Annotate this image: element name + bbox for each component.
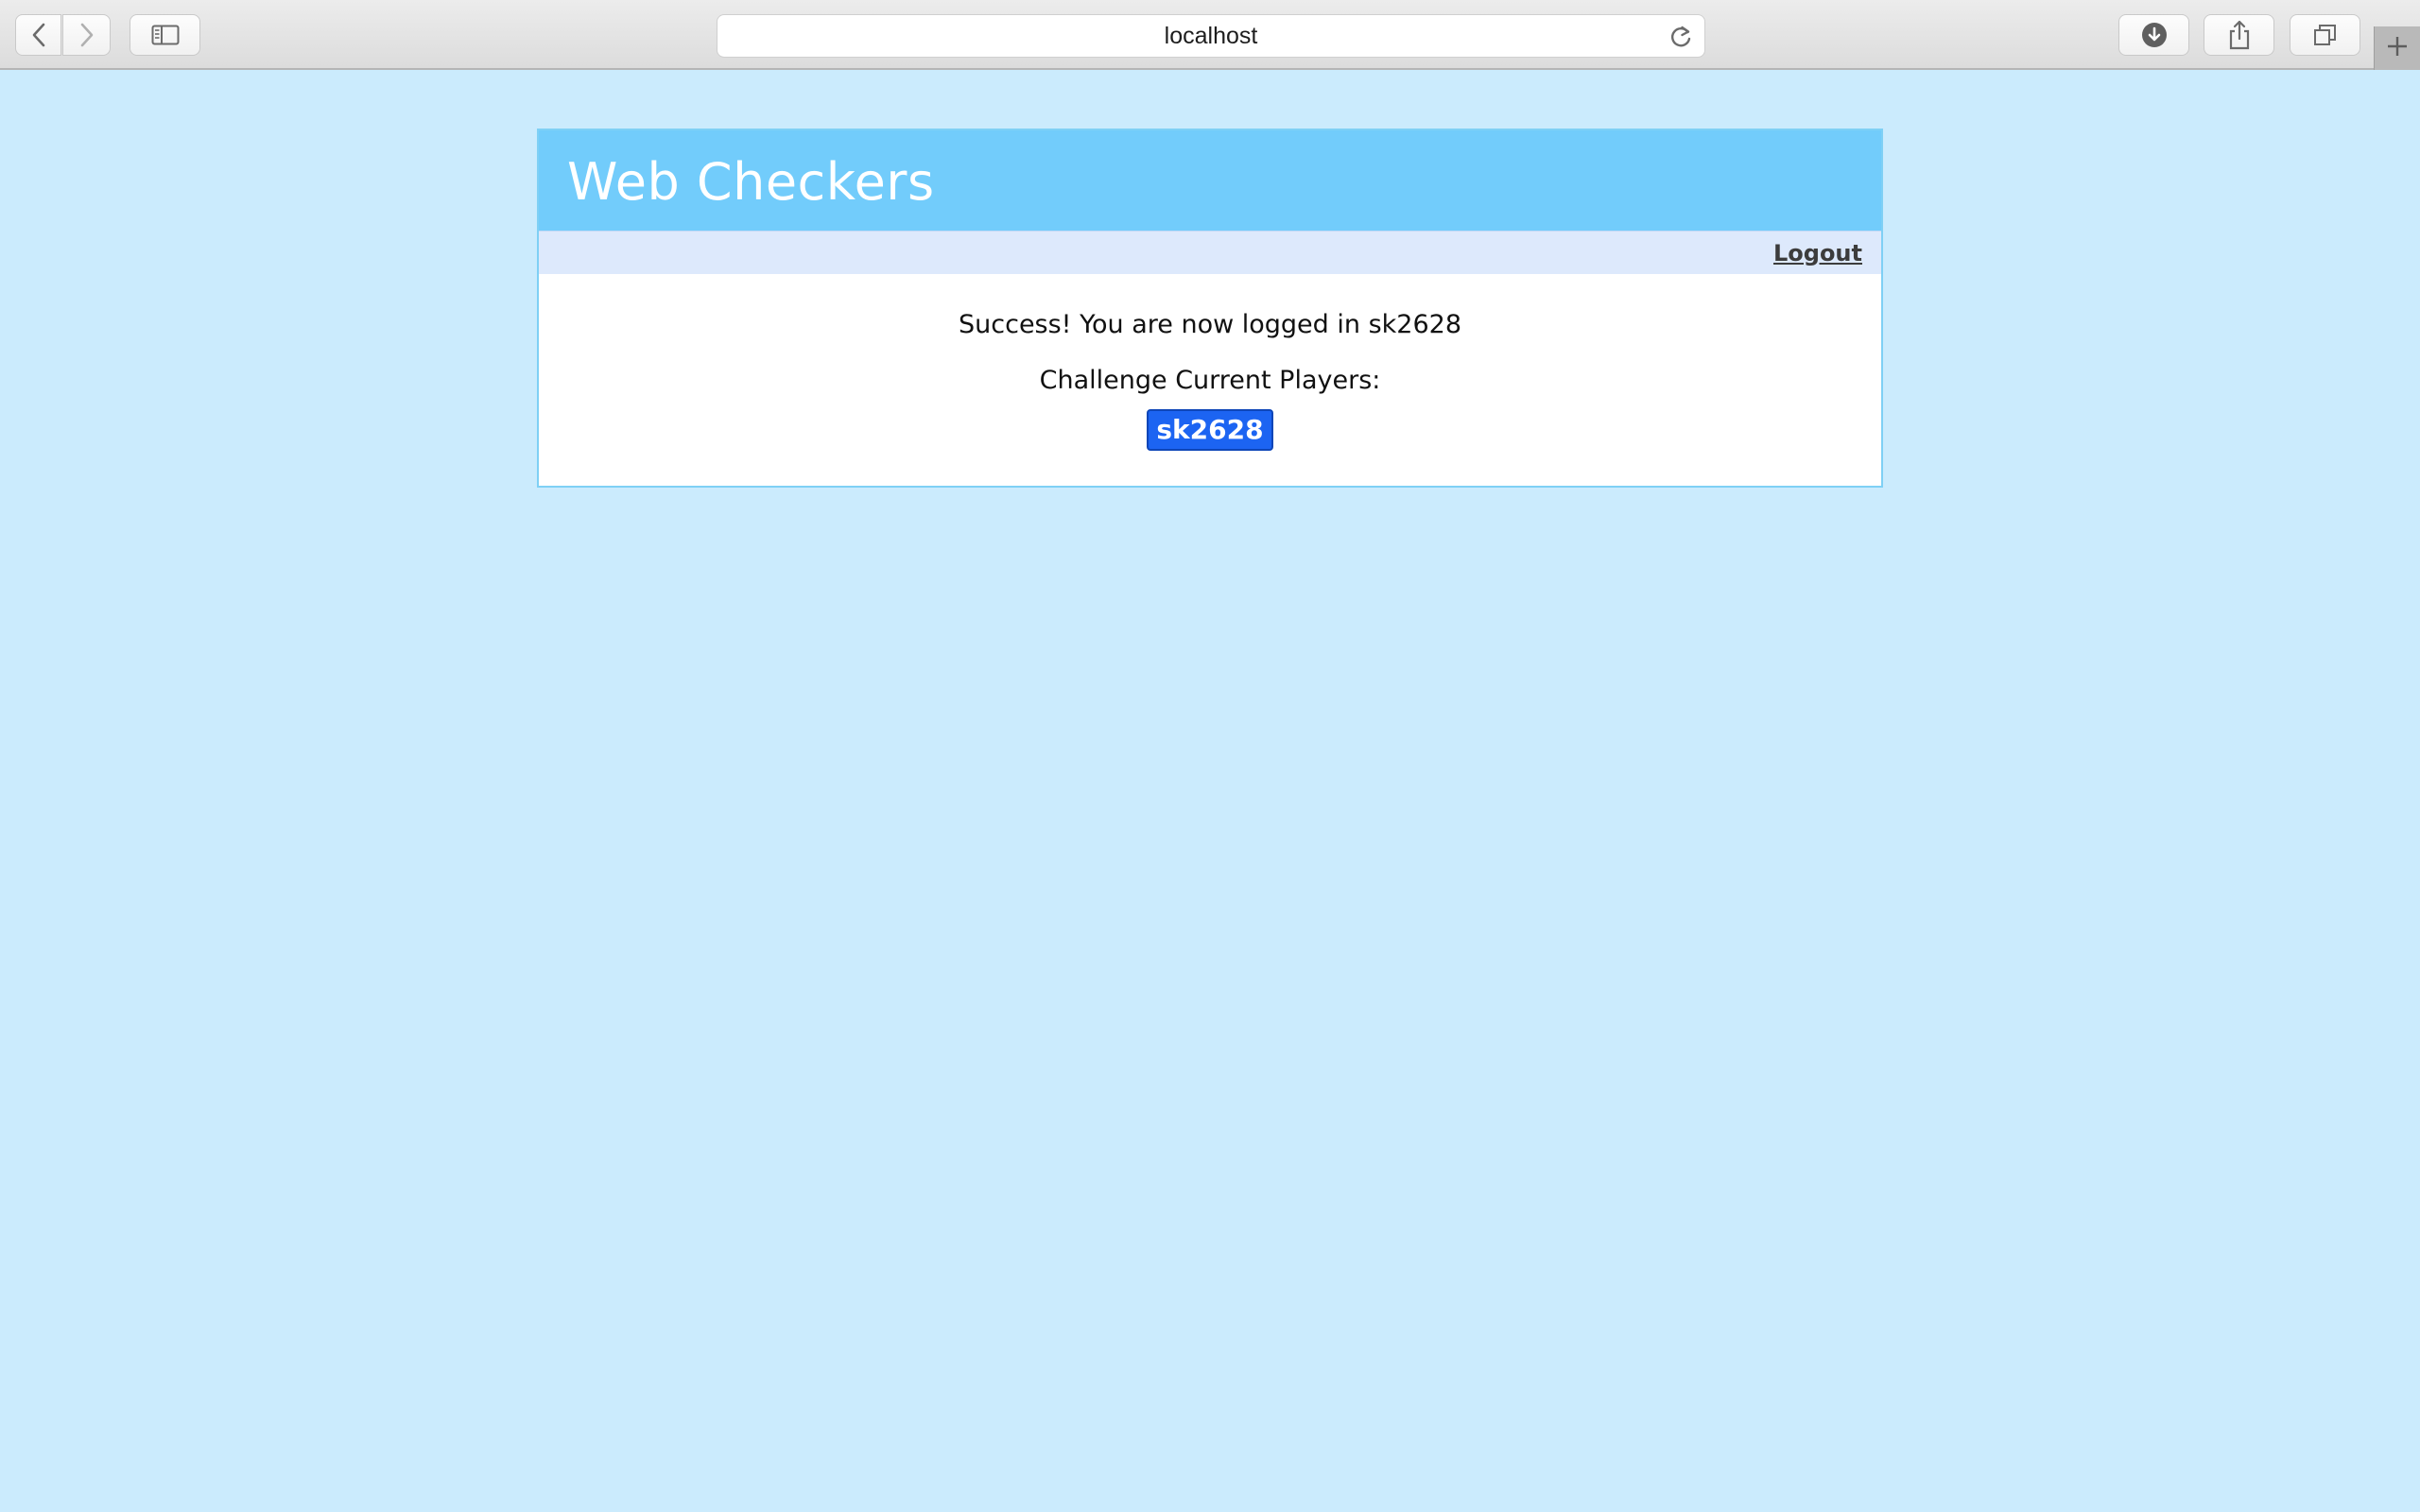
navbar: Logout [539, 231, 1881, 274]
chevron-right-icon [79, 23, 95, 47]
logout-link[interactable]: Logout [1773, 240, 1862, 266]
sidebar-button[interactable] [130, 14, 200, 56]
share-icon [2227, 20, 2252, 50]
main-content: Success! You are now logged in sk2628 Ch… [539, 274, 1881, 486]
download-button[interactable] [2118, 14, 2189, 56]
tabs-overview-icon [2313, 24, 2338, 46]
address-bar[interactable]: localhost [717, 14, 1705, 58]
download-icon [2141, 22, 2168, 48]
player-button[interactable]: sk2628 [1147, 409, 1273, 451]
new-tab-button[interactable] [2374, 26, 2420, 70]
sidebar-icon [151, 25, 180, 45]
back-button[interactable] [15, 14, 61, 56]
page-title: Web Checkers [567, 151, 935, 212]
app-container: Web Checkers Logout Success! You are now… [537, 129, 1883, 488]
challenge-label: Challenge Current Players: [1039, 366, 1381, 395]
reload-icon[interactable] [1668, 24, 1693, 54]
share-button[interactable] [2204, 14, 2274, 56]
browser-toolbar: localhost [0, 0, 2420, 70]
address-text: localhost [1164, 22, 1258, 49]
success-message: Success! You are now logged in sk2628 [959, 310, 1461, 339]
player-list: sk2628 [539, 397, 1881, 451]
chevron-left-icon [31, 23, 46, 47]
plus-icon [2386, 35, 2409, 61]
app-header: Web Checkers [539, 130, 1881, 231]
forward-button[interactable] [62, 14, 111, 56]
tabs-overview-button[interactable] [2290, 14, 2360, 56]
